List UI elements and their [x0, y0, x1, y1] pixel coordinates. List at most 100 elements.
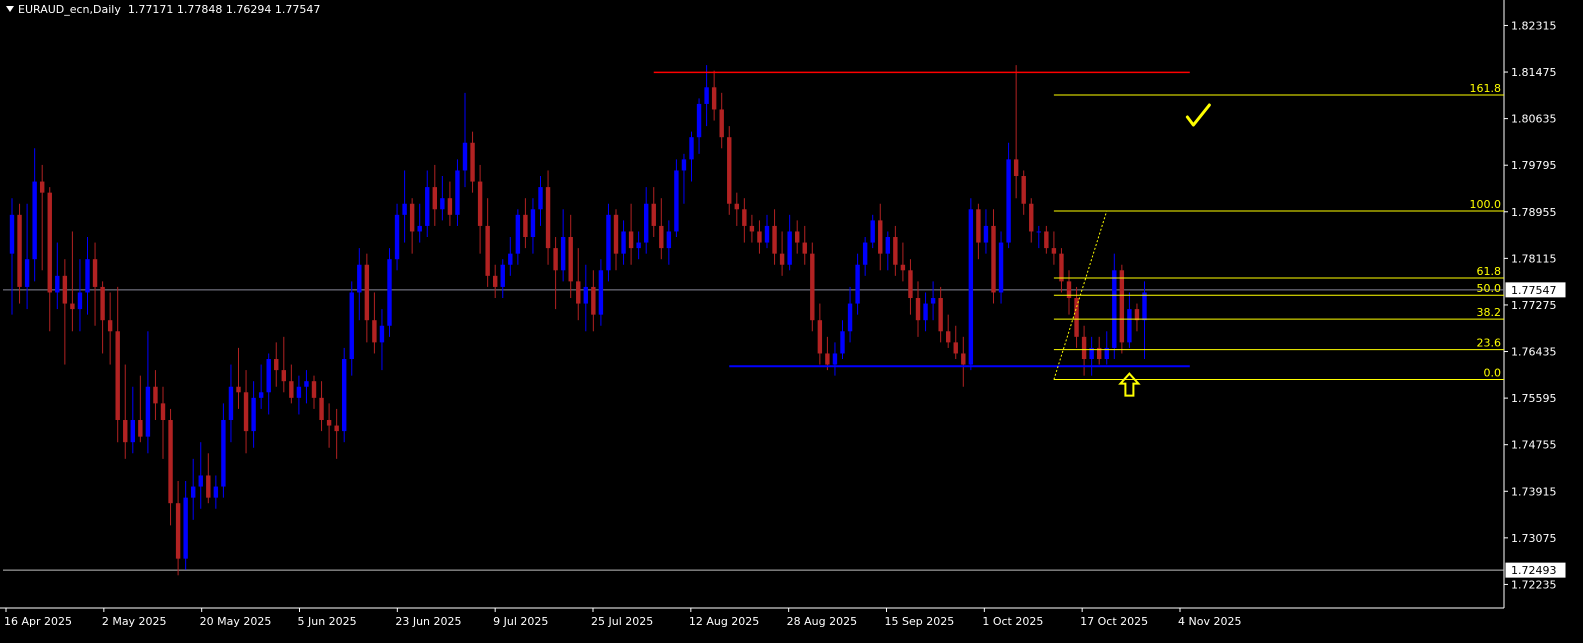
candle-body[interactable]	[621, 231, 626, 254]
candle-body[interactable]	[983, 225, 989, 243]
candle-body[interactable]	[583, 286, 588, 304]
candle-body[interactable]	[1013, 159, 1019, 177]
candle-body[interactable]	[810, 253, 815, 321]
candle-body[interactable]	[576, 281, 581, 304]
candle-body[interactable]	[62, 275, 68, 304]
candle-body[interactable]	[1051, 248, 1057, 254]
candle-body[interactable]	[946, 331, 951, 343]
chart-svg[interactable]: 1.82315 1.81475 1.80635 1.79795 1.78955 1.781…	[0, 0, 1583, 639]
candle-body[interactable]	[1074, 298, 1079, 337]
candle-body[interactable]	[387, 259, 392, 326]
candle-body[interactable]	[991, 225, 996, 293]
candle-body[interactable]	[1029, 203, 1034, 232]
candle-body[interactable]	[591, 286, 596, 315]
candle-body[interactable]	[923, 303, 928, 321]
candle-body[interactable]	[289, 381, 294, 398]
candle-body[interactable]	[1081, 336, 1087, 360]
candle-body[interactable]	[870, 220, 875, 243]
candle-body[interactable]	[1112, 270, 1117, 348]
candle-body[interactable]	[425, 187, 430, 226]
candle-body[interactable]	[681, 159, 687, 171]
candle-body[interactable]	[908, 270, 913, 299]
candle-body[interactable]	[379, 325, 385, 343]
candle-body[interactable]	[191, 486, 196, 498]
candle-body[interactable]	[878, 220, 883, 254]
candle-body[interactable]	[938, 298, 943, 332]
candle-body[interactable]	[47, 192, 52, 293]
candle-body[interactable]	[417, 225, 422, 232]
candle-body[interactable]	[130, 420, 135, 443]
candle-body[interactable]	[440, 198, 445, 210]
candle-body[interactable]	[674, 170, 679, 232]
candle-body[interactable]	[92, 259, 98, 287]
candle-body[interactable]	[644, 203, 649, 243]
candle-body[interactable]	[470, 142, 475, 182]
candle-body[interactable]	[900, 264, 906, 271]
candle-body[interactable]	[17, 214, 22, 287]
candle-body[interactable]	[711, 87, 717, 110]
candle-body[interactable]	[311, 381, 317, 398]
candle-body[interactable]	[500, 264, 505, 287]
candle-body[interactable]	[409, 203, 415, 232]
candle-body[interactable]	[727, 137, 732, 204]
candle-body[interactable]	[825, 353, 830, 365]
candle-body[interactable]	[689, 137, 694, 160]
candle-body[interactable]	[394, 214, 400, 260]
candle-body[interactable]	[893, 237, 898, 265]
candle-body[interactable]	[666, 231, 672, 249]
candle-body[interactable]	[228, 386, 234, 421]
candle-body[interactable]	[787, 231, 792, 265]
candle-body[interactable]	[659, 225, 664, 249]
candle-body[interactable]	[349, 292, 354, 360]
candle-body[interactable]	[221, 420, 226, 487]
candle-body[interactable]	[85, 259, 90, 293]
candle-body[interactable]	[1036, 231, 1041, 233]
candle-body[interactable]	[9, 214, 15, 254]
candle-body[interactable]	[998, 242, 1004, 293]
candle-body[interactable]	[719, 109, 724, 138]
candle-body[interactable]	[915, 298, 921, 321]
candle-body[interactable]	[32, 181, 37, 260]
candle-body[interactable]	[772, 225, 777, 254]
candle-body[interactable]	[840, 331, 845, 354]
candle-body[interactable]	[138, 420, 143, 437]
candle-body[interactable]	[930, 298, 936, 304]
candle-body[interactable]	[1119, 270, 1125, 343]
candle-body[interactable]	[953, 342, 958, 354]
candle-body[interactable]	[462, 142, 468, 171]
candle-body[interactable]	[243, 392, 249, 432]
candle-body[interactable]	[24, 259, 30, 287]
candle-body[interactable]	[115, 331, 120, 421]
candle-body[interactable]	[757, 231, 762, 243]
candle-body[interactable]	[70, 303, 75, 310]
candle-body[interactable]	[477, 181, 483, 226]
candle-body[interactable]	[1044, 231, 1049, 249]
candle-body[interactable]	[372, 320, 377, 343]
candle-body[interactable]	[832, 353, 838, 365]
candle-body[interactable]	[847, 303, 853, 332]
candle-body[interactable]	[530, 209, 536, 238]
candle-body[interactable]	[447, 198, 453, 215]
candle-body[interactable]	[704, 87, 709, 104]
candle-body[interactable]	[334, 425, 339, 432]
candle-body[interactable]	[1006, 159, 1011, 243]
candle-body[interactable]	[636, 242, 641, 249]
candle-body[interactable]	[493, 275, 498, 287]
candle-body[interactable]	[342, 359, 347, 432]
candle-body[interactable]	[402, 203, 407, 215]
candle-body[interactable]	[236, 386, 241, 393]
candle-body[interactable]	[855, 264, 860, 304]
candle-body[interactable]	[485, 225, 490, 276]
candle-body[interactable]	[40, 181, 45, 193]
candle-body[interactable]	[100, 286, 105, 321]
candle-body[interactable]	[560, 237, 566, 271]
candle-body[interactable]	[432, 187, 437, 210]
candle-body[interactable]	[779, 253, 785, 265]
candle-body[interactable]	[319, 397, 324, 421]
candle-body[interactable]	[258, 392, 264, 398]
candle-body[interactable]	[213, 486, 219, 498]
candle-body[interactable]	[523, 214, 528, 238]
candle-body[interactable]	[515, 214, 521, 254]
candle-body[interactable]	[628, 231, 634, 249]
candle-body[interactable]	[538, 187, 543, 210]
